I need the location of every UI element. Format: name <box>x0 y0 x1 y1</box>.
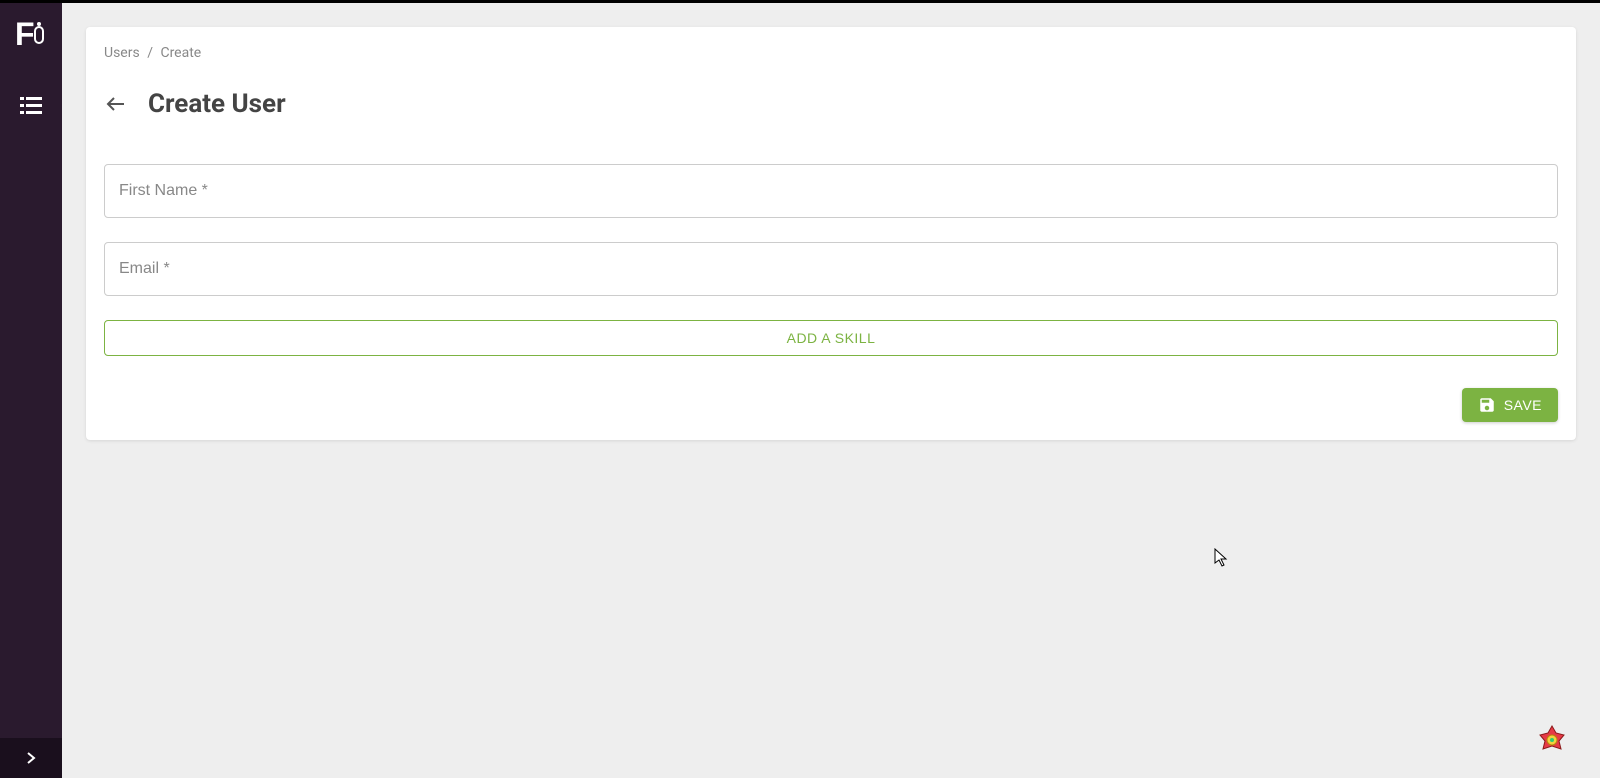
save-icon <box>1478 396 1496 414</box>
hamburger-menu-icon[interactable] <box>20 97 42 115</box>
main-content: Users / Create Create User ADD A SKILL <box>62 3 1600 778</box>
email-field-wrapper <box>104 242 1558 296</box>
email-input[interactable] <box>119 260 1543 278</box>
add-skill-label: ADD A SKILL <box>787 330 876 346</box>
create-user-card: Users / Create Create User ADD A SKILL <box>86 27 1576 440</box>
sidebar-expand-button[interactable] <box>0 738 62 778</box>
back-button[interactable] <box>104 92 128 116</box>
arrow-left-icon <box>104 92 128 116</box>
app-logo: F <box>15 15 47 55</box>
breadcrumb-separator: / <box>147 45 153 61</box>
actions-row: SAVE <box>104 388 1558 422</box>
page-title: Create User <box>148 89 286 119</box>
react-query-icon <box>1534 722 1570 758</box>
save-label: SAVE <box>1504 397 1542 413</box>
react-query-devtools-button[interactable] <box>1532 720 1572 760</box>
save-button[interactable]: SAVE <box>1462 388 1558 422</box>
svg-text:F: F <box>15 16 35 52</box>
first-name-input[interactable] <box>119 182 1543 200</box>
breadcrumb-root-link[interactable]: Users <box>104 45 140 61</box>
title-row: Create User <box>104 89 1558 119</box>
first-name-field-wrapper <box>104 164 1558 218</box>
add-skill-button[interactable]: ADD A SKILL <box>104 320 1558 356</box>
breadcrumb: Users / Create <box>104 45 1558 61</box>
sidebar: F <box>0 3 62 778</box>
breadcrumb-current: Create <box>160 45 201 61</box>
